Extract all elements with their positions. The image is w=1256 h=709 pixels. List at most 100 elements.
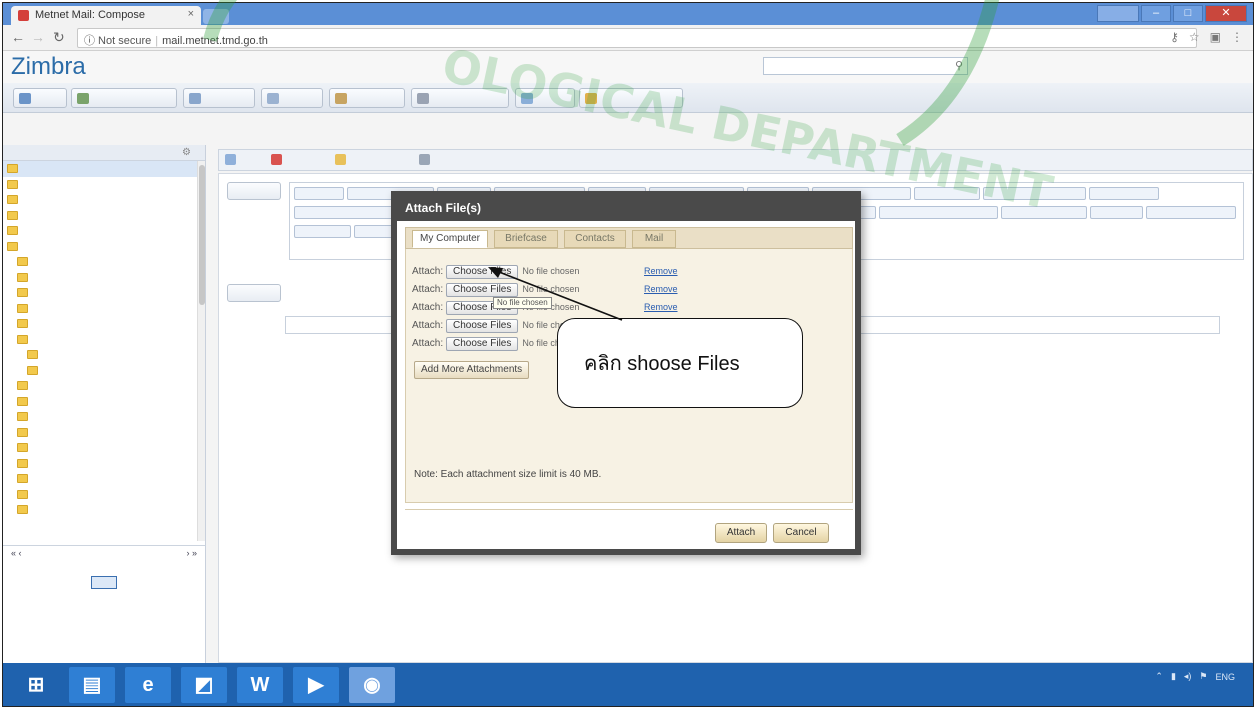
tab-briefcase-source[interactable]: Briefcase [494,230,558,248]
folder-item[interactable] [3,161,205,177]
folder-item[interactable] [3,471,205,487]
calendar-day[interactable] [170,562,197,575]
minimize-button[interactable]: – [1141,5,1171,22]
zimbra-logo[interactable]: Zimbra [11,53,86,81]
calendar-day[interactable] [117,618,144,631]
word-icon[interactable]: W [237,667,283,703]
tab-compose[interactable] [579,88,683,108]
url-input[interactable]: ⓘ Not secure | mail.metnet.tmd.go.th [77,28,1197,48]
folders-header[interactable]: ⚙ [3,145,205,161]
calendar-day[interactable] [144,562,171,575]
choose-files-button[interactable]: Choose Files [446,265,519,279]
calendar-day[interactable] [64,590,91,603]
folder-scrollbar[interactable] [197,161,205,541]
flag-icon[interactable]: ⚑ [1199,671,1207,682]
add-more-attachments-button[interactable]: Add More Attachments [414,361,530,379]
calendar-day[interactable] [38,632,65,645]
remove-link[interactable]: Remove [644,302,678,312]
remove-link[interactable]: Remove [644,266,678,276]
recipient-chip[interactable] [1001,206,1087,219]
cancel-button[interactable]: Cancel [773,523,829,543]
calendar-day[interactable] [11,604,38,617]
to-button[interactable] [227,182,281,200]
folder-item[interactable] [3,332,205,348]
folder-item[interactable] [3,316,205,332]
calendar-day[interactable] [91,562,118,575]
tab-address-book[interactable] [71,88,177,108]
folder-item[interactable] [3,347,205,363]
calendar-day[interactable] [64,618,91,631]
recipient-chip[interactable] [294,225,351,238]
extension-icon[interactable]: ▣ [1210,30,1221,44]
calendar-day[interactable] [170,632,197,645]
recipient-chip[interactable] [1146,206,1236,219]
tab-mail-source[interactable]: Mail [632,230,676,248]
choose-files-button[interactable]: Choose Files [446,319,519,333]
calendar-prev-icon[interactable]: « ‹ [11,548,22,560]
calendar-day[interactable] [38,604,65,617]
security-indicator[interactable]: ⓘ Not secure [84,35,151,47]
calendar-day[interactable] [117,576,144,589]
chrome-user-button[interactable] [1097,5,1139,22]
folder-item[interactable] [3,301,205,317]
calendar-day[interactable] [64,576,91,589]
calendar-day[interactable] [11,562,38,575]
recipient-chip[interactable] [983,187,1086,200]
folder-item[interactable] [3,487,205,503]
internet-explorer-icon[interactable]: e [125,667,171,703]
recipient-chip[interactable] [294,206,401,219]
folder-item[interactable] [3,285,205,301]
choose-files-button[interactable]: Choose Files [446,283,519,297]
folder-item[interactable] [3,456,205,472]
tab-briefcase[interactable] [329,88,405,108]
calendar-next-icon[interactable]: › » [186,548,197,560]
calendar-day[interactable] [144,632,171,645]
calendar-day[interactable] [11,590,38,603]
tab-tasks[interactable] [261,88,323,108]
calendar-day[interactable] [11,576,38,589]
calendar-day[interactable] [170,618,197,631]
calendar-day[interactable] [170,576,197,589]
recipient-chip[interactable] [294,187,344,200]
tray-chevron-icon[interactable]: ⌃ [1155,671,1163,682]
calendar-day[interactable] [117,604,144,617]
calendar-day[interactable] [11,618,38,631]
back-arrow-icon[interactable]: ← [11,29,25,45]
recipient-chip[interactable] [1089,187,1159,200]
calendar-day[interactable] [91,604,118,617]
attach-button[interactable]: Attach [715,523,767,543]
recipient-chip[interactable] [1090,206,1143,219]
browser-tab[interactable]: Metnet Mail: Compose × [11,6,201,25]
calendar-day[interactable] [91,632,118,645]
search-input[interactable]: ⚲ [763,57,968,75]
tab-contacts[interactable]: Contacts [564,230,626,248]
reload-icon[interactable]: ↻ [53,29,65,46]
photos-icon[interactable]: ◩ [181,667,227,703]
calendar-day[interactable] [38,590,65,603]
calendar-day[interactable] [91,590,118,603]
tab-calendar[interactable] [183,88,255,108]
gear-icon[interactable]: ⚙ [182,147,191,158]
calendar-day[interactable] [38,562,65,575]
remove-link[interactable]: Remove [644,284,678,294]
folder-item[interactable] [3,270,205,286]
folder-item[interactable] [3,254,205,270]
folder-item[interactable] [3,502,205,518]
calendar-day[interactable] [117,632,144,645]
calendar-day[interactable] [144,576,171,589]
key-icon[interactable]: ⚷ [1170,30,1179,44]
calendar-day[interactable] [11,632,38,645]
search-icon[interactable]: ⚲ [955,59,963,72]
bookmark-star-icon[interactable]: ☆ [1189,30,1200,44]
folder-item[interactable] [3,177,205,193]
tab-mail[interactable] [13,88,67,108]
windows-start-icon[interactable]: ⊞ [13,667,59,703]
folder-item[interactable] [3,378,205,394]
folder-item[interactable] [3,239,205,255]
calendar-day[interactable] [64,632,91,645]
calendar-day[interactable] [144,604,171,617]
tab-my-computer[interactable]: My Computer [412,230,488,248]
media-player-icon[interactable]: ▶ [293,667,339,703]
choose-files-button[interactable]: Choose Files [446,337,519,351]
calendar-day[interactable] [144,618,171,631]
